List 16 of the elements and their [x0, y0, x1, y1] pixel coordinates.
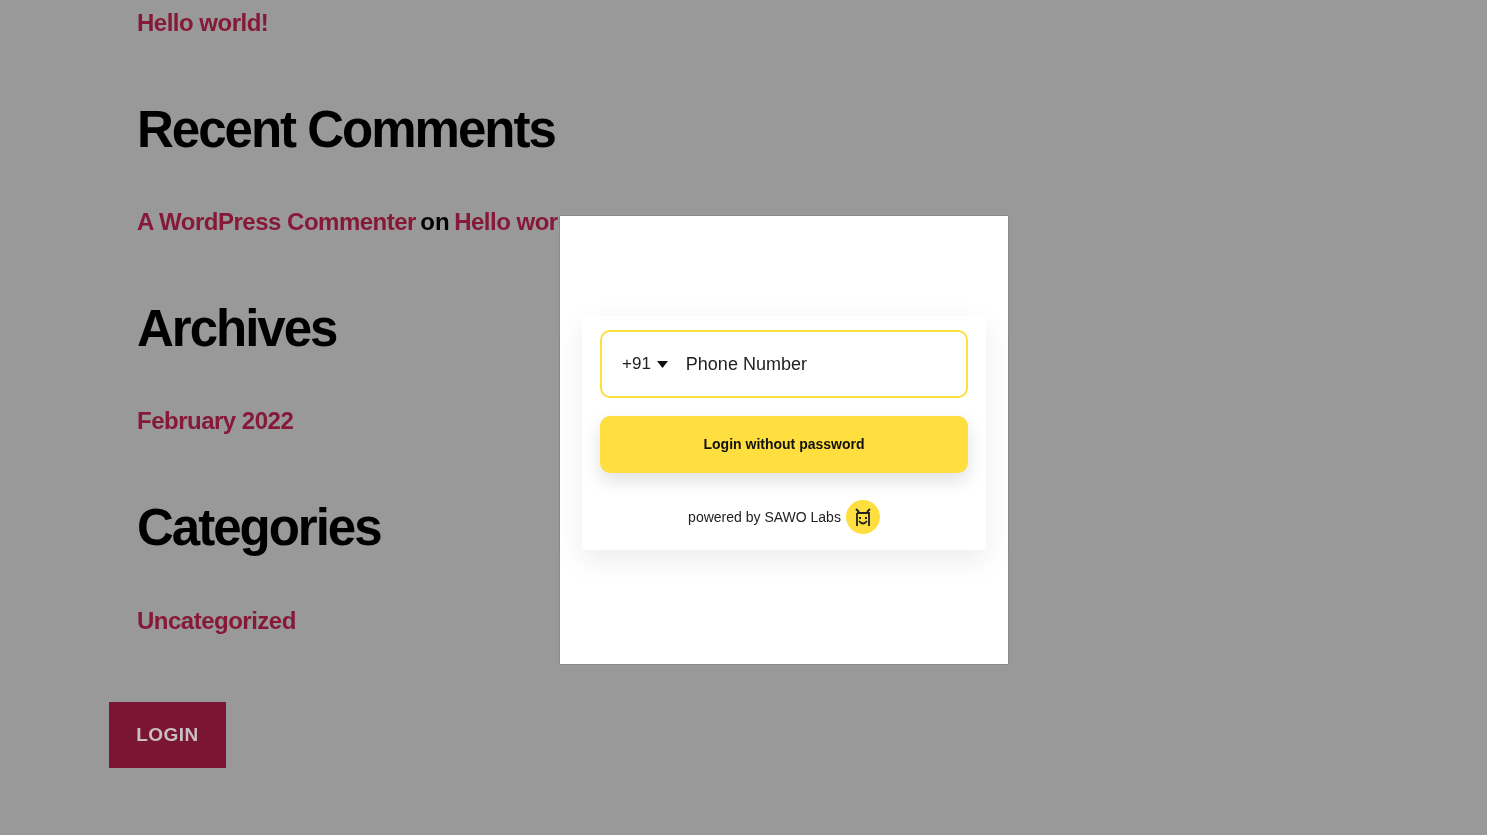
- post-link[interactable]: Hello world!: [137, 9, 269, 36]
- sidebar-link[interactable]: February 2022: [137, 403, 294, 440]
- post-link[interactable]: Hello wor: [454, 208, 558, 236]
- author-link[interactable]: A WordPress Commenter: [137, 208, 416, 236]
- powered-by-text: powered by SAWO Labs: [688, 507, 841, 527]
- section-heading: Archives: [137, 299, 337, 360]
- caret-icon: [656, 360, 668, 368]
- login-without-password-button[interactable]: Login without password: [600, 416, 968, 473]
- login-button[interactable]: LOGIN: [109, 702, 226, 768]
- section-heading: Categories: [137, 498, 381, 559]
- sidebar-link[interactable]: Uncategorized: [137, 602, 296, 639]
- robot-logo-icon: [845, 500, 880, 534]
- comment-text: on: [420, 208, 450, 236]
- phone-input-field[interactable]: +91 Phone Number: [600, 330, 968, 398]
- section-heading: Recent Comments: [137, 100, 555, 160]
- country-code-select[interactable]: +91: [622, 351, 668, 377]
